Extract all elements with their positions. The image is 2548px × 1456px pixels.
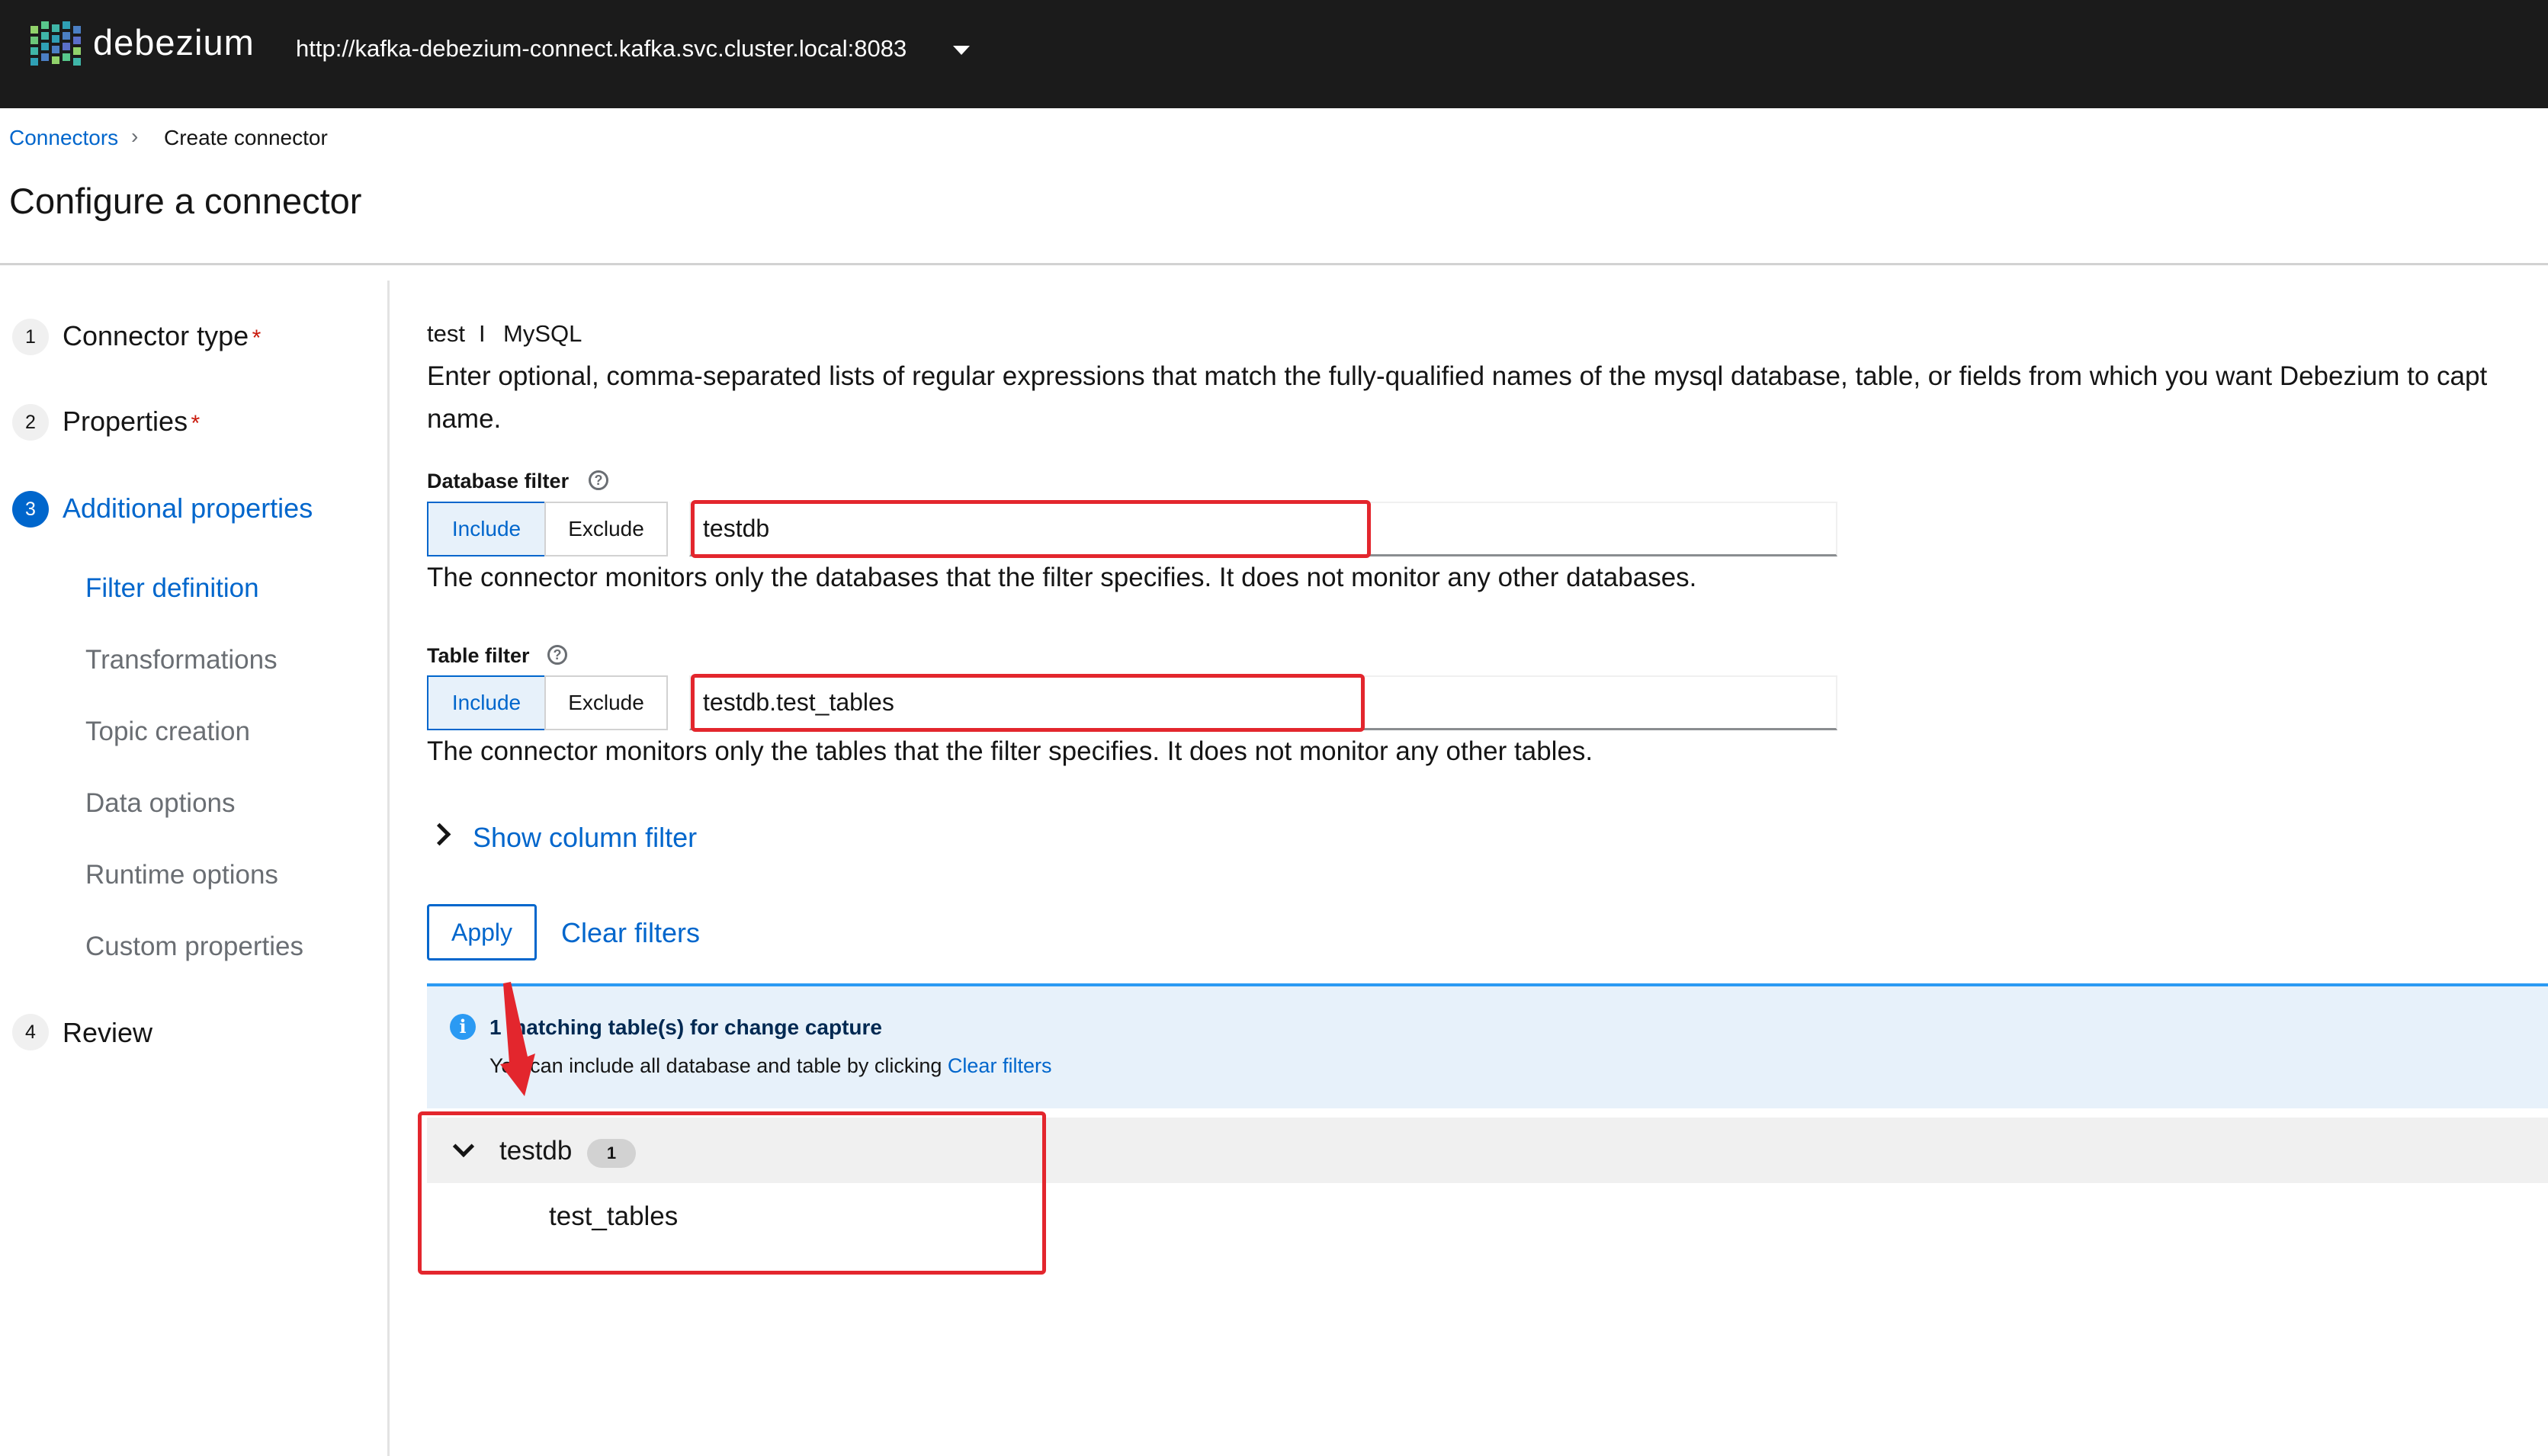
help-circle-icon[interactable]: ? [547, 645, 567, 665]
step-number-3: 3 [12, 491, 49, 528]
substep-custom-properties[interactable]: Custom properties [85, 932, 303, 962]
substep-filter-definition[interactable]: Filter definition [85, 573, 259, 604]
table-filter-label: Table filter [427, 644, 530, 667]
info-circle-icon: i [450, 1014, 476, 1040]
show-column-filter-toggle[interactable]: Show column filter [473, 822, 697, 854]
alert-body: You can include all database and table b… [489, 1054, 1051, 1078]
step-additional-properties[interactable]: Additional properties [63, 492, 313, 524]
substep-runtime-options[interactable]: Runtime options [85, 860, 278, 890]
step-label: Properties [63, 406, 188, 437]
substep-transformations[interactable]: Transformations [85, 645, 278, 675]
breadcrumb-current: Create connector [164, 126, 328, 149]
table-filter-helper: The connector monitors only the tables t… [427, 736, 1593, 766]
matching-tables-alert [427, 983, 2548, 1108]
annotation-highlight-tree [418, 1111, 1046, 1275]
database-filter-label: Database filter [427, 470, 570, 492]
step-label: Review [63, 1017, 153, 1048]
nav-divider [387, 281, 390, 1456]
table-include-toggle[interactable]: Include [427, 675, 546, 730]
table-exclude-toggle[interactable]: Exclude [544, 675, 668, 730]
step-connector-type[interactable]: Connector type * [63, 320, 261, 352]
annotation-arrow-icon [500, 982, 535, 1096]
page-title: Configure a connector [9, 181, 362, 221]
required-marker: * [191, 411, 201, 436]
description-line-1: Enter optional, comma-separated lists of… [427, 361, 2488, 391]
substep-topic-creation[interactable]: Topic creation [85, 717, 250, 747]
description-line-2: name. [427, 404, 502, 434]
step-number-2: 2 [12, 404, 49, 441]
breadcrumb-connectors-link[interactable]: Connectors [9, 126, 118, 150]
required-marker: * [252, 326, 262, 351]
connector-type: MySQL [503, 320, 582, 347]
database-exclude-toggle[interactable]: Exclude [544, 502, 668, 556]
cluster-selector[interactable]: http://kafka-debezium-connect.kafka.svc.… [296, 35, 907, 63]
alert-body-text: You can include all database and table b… [489, 1054, 948, 1077]
step-label: Connector type [63, 320, 249, 351]
title-divider [0, 263, 2548, 265]
step-properties[interactable]: Properties * [63, 406, 200, 438]
debezium-logo-icon [30, 21, 81, 66]
step-number-1: 1 [12, 319, 49, 355]
brand-name: debezium [93, 22, 255, 63]
connector-name: test [427, 320, 465, 347]
annotation-highlight-table [691, 674, 1365, 732]
chevron-right-icon[interactable] [428, 823, 451, 846]
substep-data-options[interactable]: Data options [85, 788, 236, 819]
database-filter-helper: The connector monitors only the database… [427, 563, 1697, 592]
caret-down-icon[interactable] [953, 46, 970, 55]
annotation-highlight-database [691, 500, 1371, 558]
help-circle-icon[interactable]: ? [589, 470, 608, 490]
clear-filters-button[interactable]: Clear filters [561, 917, 700, 949]
step-review[interactable]: Review [63, 1017, 152, 1049]
step-label: Additional properties [63, 492, 313, 524]
apply-button[interactable]: Apply [427, 904, 537, 961]
breadcrumb-separator: › [131, 124, 139, 148]
alert-clear-filters-link[interactable]: Clear filters [948, 1054, 1052, 1077]
connector-separator: I [479, 320, 486, 347]
filter-description: Enter optional, comma-separated lists of… [427, 355, 2548, 441]
step-number-4: 4 [12, 1014, 49, 1050]
database-include-toggle[interactable]: Include [427, 502, 546, 556]
